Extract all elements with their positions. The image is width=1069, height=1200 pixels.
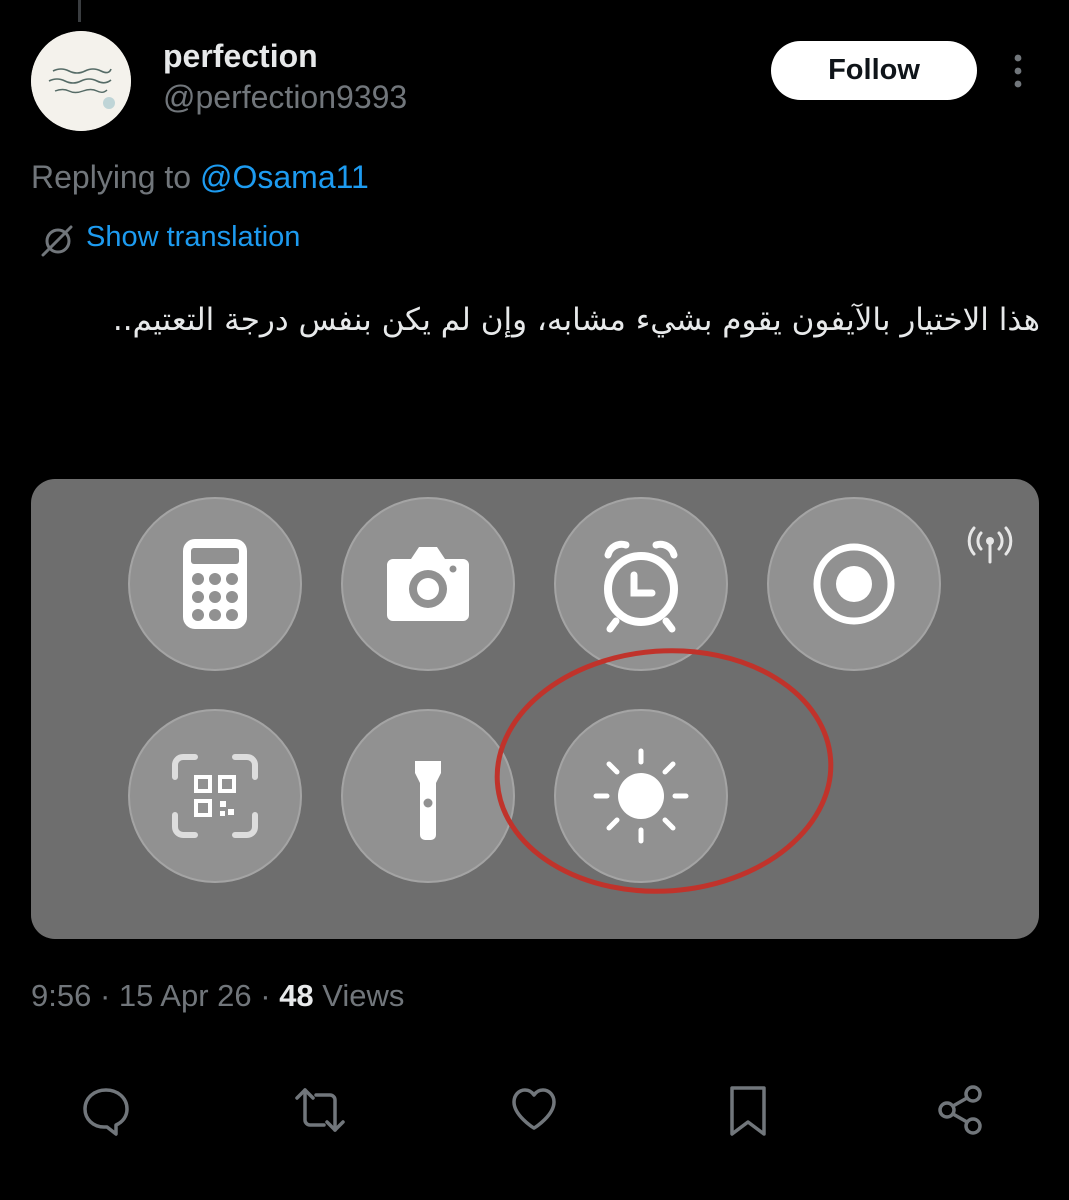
retweet-icon[interactable] (292, 1082, 348, 1138)
tweet-media-image[interactable] (31, 479, 1039, 939)
calculator-tile (128, 497, 302, 671)
replying-mention-link[interactable]: @Osama11 (200, 159, 369, 195)
user-handle[interactable]: @perfection9393 (163, 79, 407, 116)
views-count: 48 (279, 978, 314, 1013)
follow-button[interactable]: Follow (771, 41, 977, 100)
camera-icon (387, 547, 469, 621)
thread-line (78, 0, 81, 22)
show-translation-link[interactable]: Show translation (86, 221, 300, 254)
tweet-date[interactable]: 15 Apr 26 (119, 978, 252, 1013)
tweet-page: perfection @perfection9393 Follow Replyi… (0, 0, 1069, 1200)
like-icon[interactable] (506, 1082, 562, 1138)
views-label: Views (322, 978, 405, 1013)
replying-prefix: Replying to (31, 159, 200, 195)
tweet-text: هذا الاختيار بالآيفون يقوم بشيء مشابه، و… (112, 302, 1040, 338)
tweet-time[interactable]: 9:56 (31, 978, 91, 1013)
camera-tile (341, 497, 515, 671)
qr-scan-tile (128, 709, 302, 883)
tweet-meta: 9:56 · 15 Apr 26 · 48 Views (31, 978, 405, 1013)
highlight-circle (494, 648, 834, 894)
calculator-icon (183, 539, 247, 629)
translate-icon[interactable] (40, 224, 74, 258)
reply-icon[interactable] (78, 1082, 134, 1138)
replying-to: Replying to @Osama11 (31, 159, 369, 196)
avatar[interactable] (31, 31, 131, 131)
bookmark-icon[interactable] (720, 1082, 776, 1138)
flashlight-tile (341, 709, 515, 883)
signal-icon (967, 526, 1013, 564)
flashlight-icon (415, 761, 441, 840)
more-options-icon[interactable] (1004, 52, 1032, 90)
share-icon[interactable] (933, 1082, 989, 1138)
qr-scan-icon (172, 754, 258, 838)
display-name[interactable]: perfection (163, 38, 318, 75)
